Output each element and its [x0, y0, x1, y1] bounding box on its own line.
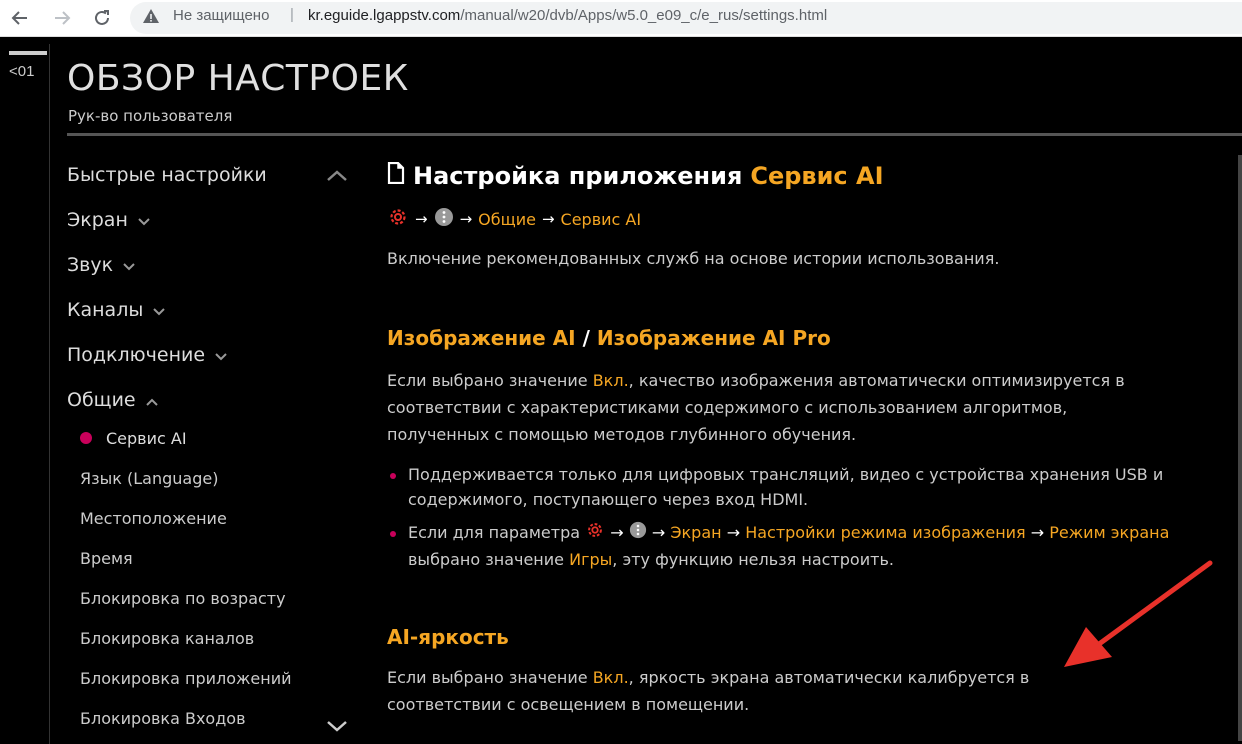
subsection-title-ai-picture: Изображение AI / Изображение AI Pro [387, 326, 831, 350]
bullet2-selected: выбрано значение [408, 550, 570, 569]
value-on: Вкл. [592, 371, 629, 390]
value-games: Игры [569, 550, 613, 569]
back-link[interactable]: <01 [9, 63, 34, 80]
sidebar-item-label: Каналы [67, 299, 144, 321]
ai-brightness-description: Если выбрано значение Вкл., яркость экра… [387, 664, 1067, 718]
subsection-title-a: Изображение AI [387, 326, 576, 350]
arrow-right-icon: → [415, 210, 428, 228]
bullet-dot [390, 473, 396, 479]
sidebar-item-connection[interactable]: Подключение [67, 344, 227, 366]
document-icon [387, 161, 405, 190]
back-arrow-icon[interactable] [6, 4, 34, 32]
reload-icon[interactable] [88, 4, 116, 32]
sidebar-subitem-channel-lock[interactable]: Блокировка каналов [80, 629, 254, 648]
sidebar-item-general[interactable]: Общие [67, 389, 158, 411]
value-on: Вкл. [592, 668, 629, 687]
sidebar-item-label: Быстрые настройки [67, 164, 267, 186]
not-secure-label[interactable]: Не защищено [173, 7, 269, 24]
sidebar-subitem-app-lock[interactable]: Блокировка приложений [80, 669, 292, 688]
more-dots-icon [629, 521, 647, 546]
section-title: Настройка приложения Сервис AI [387, 161, 884, 190]
annotation-arrow-icon [1064, 560, 1213, 667]
more-dots-icon [434, 207, 454, 231]
ai-picture-description: Если выбрано значение Вкл., качество изо… [387, 367, 1167, 448]
chevron-down-icon[interactable] [326, 718, 348, 737]
section-title-highlight: Сервис AI [750, 162, 884, 190]
sidebar-item-label: Звук [67, 254, 114, 276]
chevron-up-icon[interactable] [326, 168, 348, 187]
sidebar-item-channels[interactable]: Каналы [67, 299, 166, 321]
bullet-dot [390, 531, 396, 537]
sidebar-item-label: Подключение [67, 344, 206, 366]
browser-toolbar: Не защищено | kr.eguide.lgappstv.com/man… [0, 0, 1242, 37]
arrow-right-icon: → [1030, 523, 1045, 542]
sidebar-item-label: Общие [67, 389, 136, 411]
sidebar-subitem-age-lock[interactable]: Блокировка по возрасту [80, 589, 286, 608]
link-screen[interactable]: Экран [670, 523, 721, 542]
chevron-up-icon [145, 389, 158, 411]
sidebar-subitem-location[interactable]: Местоположение [80, 509, 227, 528]
chevron-down-icon [153, 299, 166, 321]
url-text[interactable]: kr.eguide.lgappstv.com/manual/w20/dvb/Ap… [308, 7, 827, 24]
path-service-link[interactable]: Сервис AI [561, 210, 642, 229]
bullet2-after: , эту функцию нельзя настроить. [612, 550, 894, 569]
header-divider [67, 133, 1242, 136]
sidebar-subitem-language[interactable]: Язык (Language) [80, 469, 218, 488]
sidebar-subitem-time[interactable]: Время [80, 549, 133, 568]
content-scrollbar[interactable] [1238, 155, 1242, 741]
arrow-right-icon: → [459, 210, 473, 228]
bullet2-before: Если для параметра [408, 523, 581, 542]
header-accent-line [9, 51, 47, 55]
sidebar-subitem-input-lock[interactable]: Блокировка Входов [80, 709, 246, 728]
settings-gear-icon [585, 520, 605, 547]
path-general-link[interactable]: Общие [478, 210, 536, 229]
bullet-digital-only: Поддерживается только для цифровых транс… [408, 465, 1164, 509]
p-before: Если выбрано значение [387, 668, 593, 687]
url-separator: | [290, 6, 294, 23]
p-before: Если выбрано значение [387, 371, 593, 390]
sidebar-subitem-ai-service[interactable]: Сервис AI [106, 429, 187, 448]
settings-path: → → Общие → Сервис AI [387, 206, 641, 232]
page-subtitle: Рук-во пользователя [68, 107, 233, 125]
url-path: /manual/w20/dvb/Apps/w5.0_e09_c/e_rus/se… [460, 7, 828, 24]
arrow-right-icon: → [610, 523, 624, 542]
sidebar-item-label: Экран [67, 209, 128, 231]
chevron-down-icon [138, 209, 150, 231]
sidebar-item-sound[interactable]: Звук [67, 254, 135, 276]
link-picture-mode-settings[interactable]: Настройки режима изображения [745, 523, 1025, 542]
section-title-prefix: Настройка приложения [413, 162, 743, 190]
arrow-right-icon: → [541, 210, 555, 228]
chevron-down-icon [123, 254, 135, 276]
subsection-title-ai-brightness: AI-яркость [387, 625, 509, 649]
arrow-right-icon: → [651, 523, 666, 542]
arrow-right-icon: → [726, 523, 741, 542]
sidebar-item-quick-settings[interactable]: Быстрые настройки [67, 164, 267, 186]
url-domain: kr.eguide.lgappstv.com [308, 7, 461, 24]
page-title: ОБЗОР НАСТРОЕК [67, 58, 409, 99]
chevron-down-icon [215, 344, 227, 366]
sidebar-item-screen[interactable]: Экран [67, 209, 150, 231]
link-screen-mode[interactable]: Режим экрана [1049, 523, 1169, 542]
settings-gear-icon [387, 206, 409, 232]
subsection-title-b: Изображение AI Pro [596, 326, 831, 350]
intro-text: Включение рекомендованных служб на основ… [387, 249, 1000, 268]
subsection-title-sep: / [575, 326, 597, 350]
vertical-divider [49, 44, 50, 744]
forward-arrow-icon[interactable] [48, 4, 76, 32]
warning-icon[interactable] [142, 7, 160, 29]
active-indicator-dot [80, 432, 92, 444]
